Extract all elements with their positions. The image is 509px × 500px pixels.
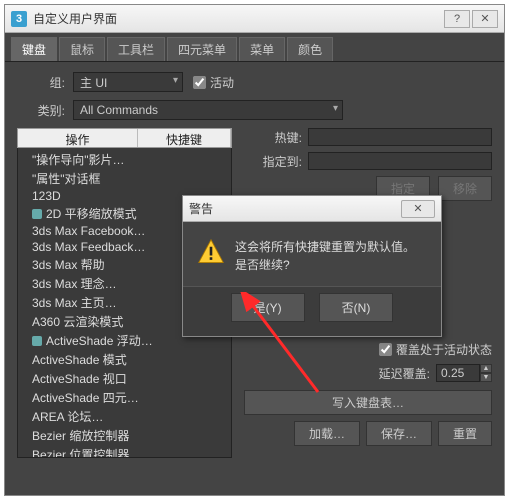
override-checkbox-input[interactable] (379, 343, 392, 356)
dialog-close-button[interactable]: ✕ (401, 200, 435, 218)
list-header: 操作 快捷键 (17, 128, 232, 148)
save-button[interactable]: 保存… (366, 421, 432, 446)
warning-icon (197, 238, 225, 266)
load-button[interactable]: 加载… (294, 421, 360, 446)
item-icon (32, 336, 42, 346)
item-text: ActiveShade 模式 (32, 351, 127, 368)
active-checkbox[interactable]: 活动 (193, 74, 234, 91)
item-text: "操作导向"影片… (32, 151, 125, 168)
item-text: Bezier 位置控制器 (32, 446, 129, 458)
dialog-titlebar[interactable]: 警告 ✕ (183, 196, 441, 222)
item-text: 3ds Max Feedback… (32, 240, 145, 254)
tab-4[interactable]: 菜单 (239, 37, 285, 61)
item-text: ActiveShade 视口 (32, 370, 127, 387)
delay-spinner[interactable]: 0.25 ▲ ▼ (436, 364, 492, 382)
item-icon (32, 209, 42, 219)
close-button[interactable]: ✕ (472, 10, 498, 28)
active-checkbox-label: 活动 (210, 74, 234, 91)
group-value: 主 UI (80, 74, 107, 91)
list-item[interactable]: ActiveShade 视口 (18, 369, 231, 388)
item-text: A360 云渲染模式 (32, 313, 123, 330)
list-item[interactable]: AREA 论坛… (18, 407, 231, 426)
list-item[interactable]: "属性"对话框 (18, 169, 231, 188)
item-text: 3ds Max 帮助 (32, 256, 105, 273)
col-action[interactable]: 操作 (18, 129, 138, 147)
write-table-button[interactable]: 写入键盘表… (244, 390, 492, 415)
window-title: 自定义用户界面 (33, 10, 444, 27)
group-combo[interactable]: 主 UI (73, 72, 183, 92)
assignedto-input[interactable] (308, 152, 492, 170)
category-combo[interactable]: All Commands (73, 100, 343, 120)
item-text: 3ds Max 主页… (32, 294, 117, 311)
help-button[interactable]: ? (444, 10, 470, 28)
tab-1[interactable]: 鼠标 (59, 37, 105, 61)
item-text: Bezier 缩放控制器 (32, 427, 129, 444)
item-text: ActiveShade 浮动… (46, 332, 153, 349)
override-checkbox[interactable]: 覆盖处于活动状态 (244, 341, 492, 358)
delay-value[interactable]: 0.25 (436, 364, 480, 382)
tabs: 键盘鼠标工具栏四元菜单菜单颜色 (5, 33, 504, 62)
item-text: ActiveShade 四元… (32, 389, 139, 406)
tab-5[interactable]: 颜色 (287, 37, 333, 61)
app-icon: 3 (11, 11, 27, 27)
category-value: All Commands (80, 103, 158, 117)
dialog-yes-button[interactable]: 是(Y) (231, 293, 305, 322)
item-text: "属性"对话框 (32, 170, 101, 187)
dialog-no-button[interactable]: 否(N) (319, 293, 394, 322)
category-label: 类别: (17, 102, 65, 119)
dialog-title: 警告 (189, 200, 401, 217)
list-item[interactable]: ActiveShade 四元… (18, 388, 231, 407)
item-text: 3ds Max Facebook… (32, 224, 145, 238)
delay-label: 延迟覆盖: (379, 365, 430, 382)
item-text: 2D 平移缩放模式 (46, 205, 137, 222)
reset-button[interactable]: 重置 (438, 421, 492, 446)
hotkey-label: 热键: (244, 129, 302, 146)
item-text: AREA 论坛… (32, 408, 103, 425)
list-item[interactable]: Bezier 缩放控制器 (18, 426, 231, 445)
dialog-msg1: 这会将所有快捷键重置为默认值。 (235, 238, 415, 256)
assignedto-label: 指定到: (244, 153, 302, 170)
spin-up-icon[interactable]: ▲ (480, 364, 492, 373)
list-item[interactable]: ActiveShade 模式 (18, 350, 231, 369)
list-item[interactable]: "操作导向"影片… (18, 150, 231, 169)
col-shortcut[interactable]: 快捷键 (138, 129, 231, 147)
tab-0[interactable]: 键盘 (11, 37, 57, 61)
dialog-msg2: 是否继续? (235, 256, 415, 274)
item-text: 123D (32, 189, 61, 203)
override-checkbox-label: 覆盖处于活动状态 (396, 341, 492, 358)
hotkey-input[interactable] (308, 128, 492, 146)
group-label: 组: (17, 74, 65, 91)
titlebar[interactable]: 3 自定义用户界面 ? ✕ (5, 5, 504, 33)
list-item[interactable]: Bezier 位置控制器 (18, 445, 231, 458)
warning-dialog: 警告 ✕ 这会将所有快捷键重置为默认值。 是否继续? 是(Y) 否(N) (182, 195, 442, 337)
active-checkbox-input[interactable] (193, 76, 206, 89)
tab-2[interactable]: 工具栏 (107, 37, 165, 61)
remove-button[interactable]: 移除 (438, 176, 492, 201)
tab-3[interactable]: 四元菜单 (167, 37, 237, 61)
item-text: 3ds Max 理念… (32, 275, 117, 292)
spin-down-icon[interactable]: ▼ (480, 373, 492, 382)
